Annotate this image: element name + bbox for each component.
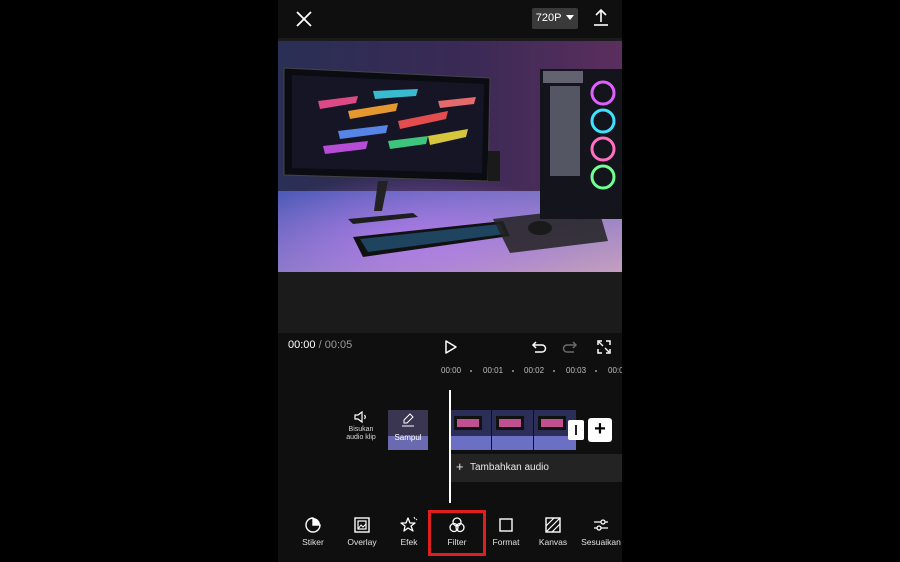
resolution-label: 720P xyxy=(535,12,562,24)
close-icon xyxy=(296,11,312,27)
chevron-down-icon xyxy=(566,15,575,21)
add-clip-button[interactable]: + xyxy=(588,418,612,442)
mute-clip-audio-button[interactable]: Bisukan audio klip xyxy=(340,410,382,442)
top-bar: 720P xyxy=(278,0,622,38)
clip-thumbnails xyxy=(450,410,576,450)
cover-thumbnail xyxy=(388,410,428,450)
tool-label: Format xyxy=(492,537,520,547)
export-button[interactable] xyxy=(590,7,612,29)
tool-stiker[interactable]: Stiker xyxy=(290,516,336,547)
play-icon xyxy=(445,340,457,354)
redo-button[interactable] xyxy=(561,337,581,357)
player-controls: 00:00 / 00:05 xyxy=(278,333,622,363)
plus-icon: + xyxy=(456,459,464,474)
undo-icon xyxy=(531,341,547,353)
video-preview-area xyxy=(278,38,622,333)
mute-label-line1: Bisukan xyxy=(348,426,374,433)
timeline[interactable]: Bisukan audio klip Sampul + + Tambahkan … xyxy=(278,380,622,510)
tool-label: Kanvas xyxy=(538,537,568,547)
play-button[interactable] xyxy=(440,337,460,357)
ruler-dot xyxy=(470,370,472,372)
time-separator: / xyxy=(318,339,322,351)
ruler-dot xyxy=(595,370,597,372)
tool-label: Stiker xyxy=(302,537,324,547)
current-time: 00:00 xyxy=(288,339,316,351)
mute-label-line2: audio klip xyxy=(346,434,376,441)
video-clip[interactable] xyxy=(450,410,576,450)
handle-grip xyxy=(575,425,577,435)
playhead[interactable] xyxy=(449,390,451,503)
filter-icon xyxy=(449,517,465,533)
video-frame[interactable] xyxy=(278,41,622,272)
ruler-dot xyxy=(512,370,514,372)
overlay-icon xyxy=(354,517,370,533)
canvas-icon xyxy=(545,517,561,533)
ruler-tick: 00:03 xyxy=(566,366,587,375)
ruler-tick: 00:02 xyxy=(524,366,545,375)
ruler-dot xyxy=(553,370,555,372)
undo-button[interactable] xyxy=(528,337,548,357)
format-icon xyxy=(499,518,513,532)
tool-label: Overlay xyxy=(347,537,377,547)
tool-label: Filter xyxy=(447,537,467,547)
fullscreen-button[interactable] xyxy=(594,337,614,357)
resolution-dropdown[interactable]: 720P xyxy=(532,8,578,29)
tool-sesuaikan[interactable]: Sesuaikan xyxy=(578,516,622,547)
video-preview-image xyxy=(278,41,622,272)
editor-screen: 720P 00:00 / 00:05 00:00 00:01 00:02 00:… xyxy=(278,0,622,562)
total-duration: 00:05 xyxy=(324,339,353,351)
tool-kanvas[interactable]: Kanvas xyxy=(530,516,576,547)
ruler-tick: 00:00 xyxy=(441,366,462,375)
fullscreen-icon xyxy=(597,340,611,354)
tool-overlay[interactable]: Overlay xyxy=(339,516,385,547)
cover-button[interactable]: Sampul xyxy=(388,410,428,450)
add-audio-track[interactable]: + Tambahkan audio xyxy=(450,454,622,482)
tool-efek[interactable]: Efek xyxy=(386,516,432,547)
tool-label: Sesuaikan xyxy=(581,537,621,547)
tool-label: Efek xyxy=(400,537,418,547)
close-button[interactable] xyxy=(292,7,316,31)
ruler-tick: 00:0 xyxy=(608,366,622,375)
redo-icon xyxy=(562,341,578,353)
add-audio-label: Tambahkan audio xyxy=(470,462,549,473)
time-ruler[interactable]: 00:00 00:01 00:02 00:03 00:0 xyxy=(278,362,622,380)
cover-label: Sampul xyxy=(394,433,422,442)
ruler-tick: 00:01 xyxy=(483,366,504,375)
adjust-icon xyxy=(594,519,608,531)
effect-icon xyxy=(400,516,418,532)
tool-format[interactable]: Format xyxy=(483,516,529,547)
upload-icon xyxy=(594,8,608,26)
tool-filter[interactable]: Filter xyxy=(434,516,480,547)
bottom-toolbar: Stiker Overlay Efek Filter Format Kanvas… xyxy=(278,510,622,562)
clip-trim-handle[interactable] xyxy=(568,420,584,440)
speaker-icon xyxy=(354,410,366,424)
time-display: 00:00 / 00:05 xyxy=(288,339,352,351)
sticker-icon xyxy=(305,517,321,533)
